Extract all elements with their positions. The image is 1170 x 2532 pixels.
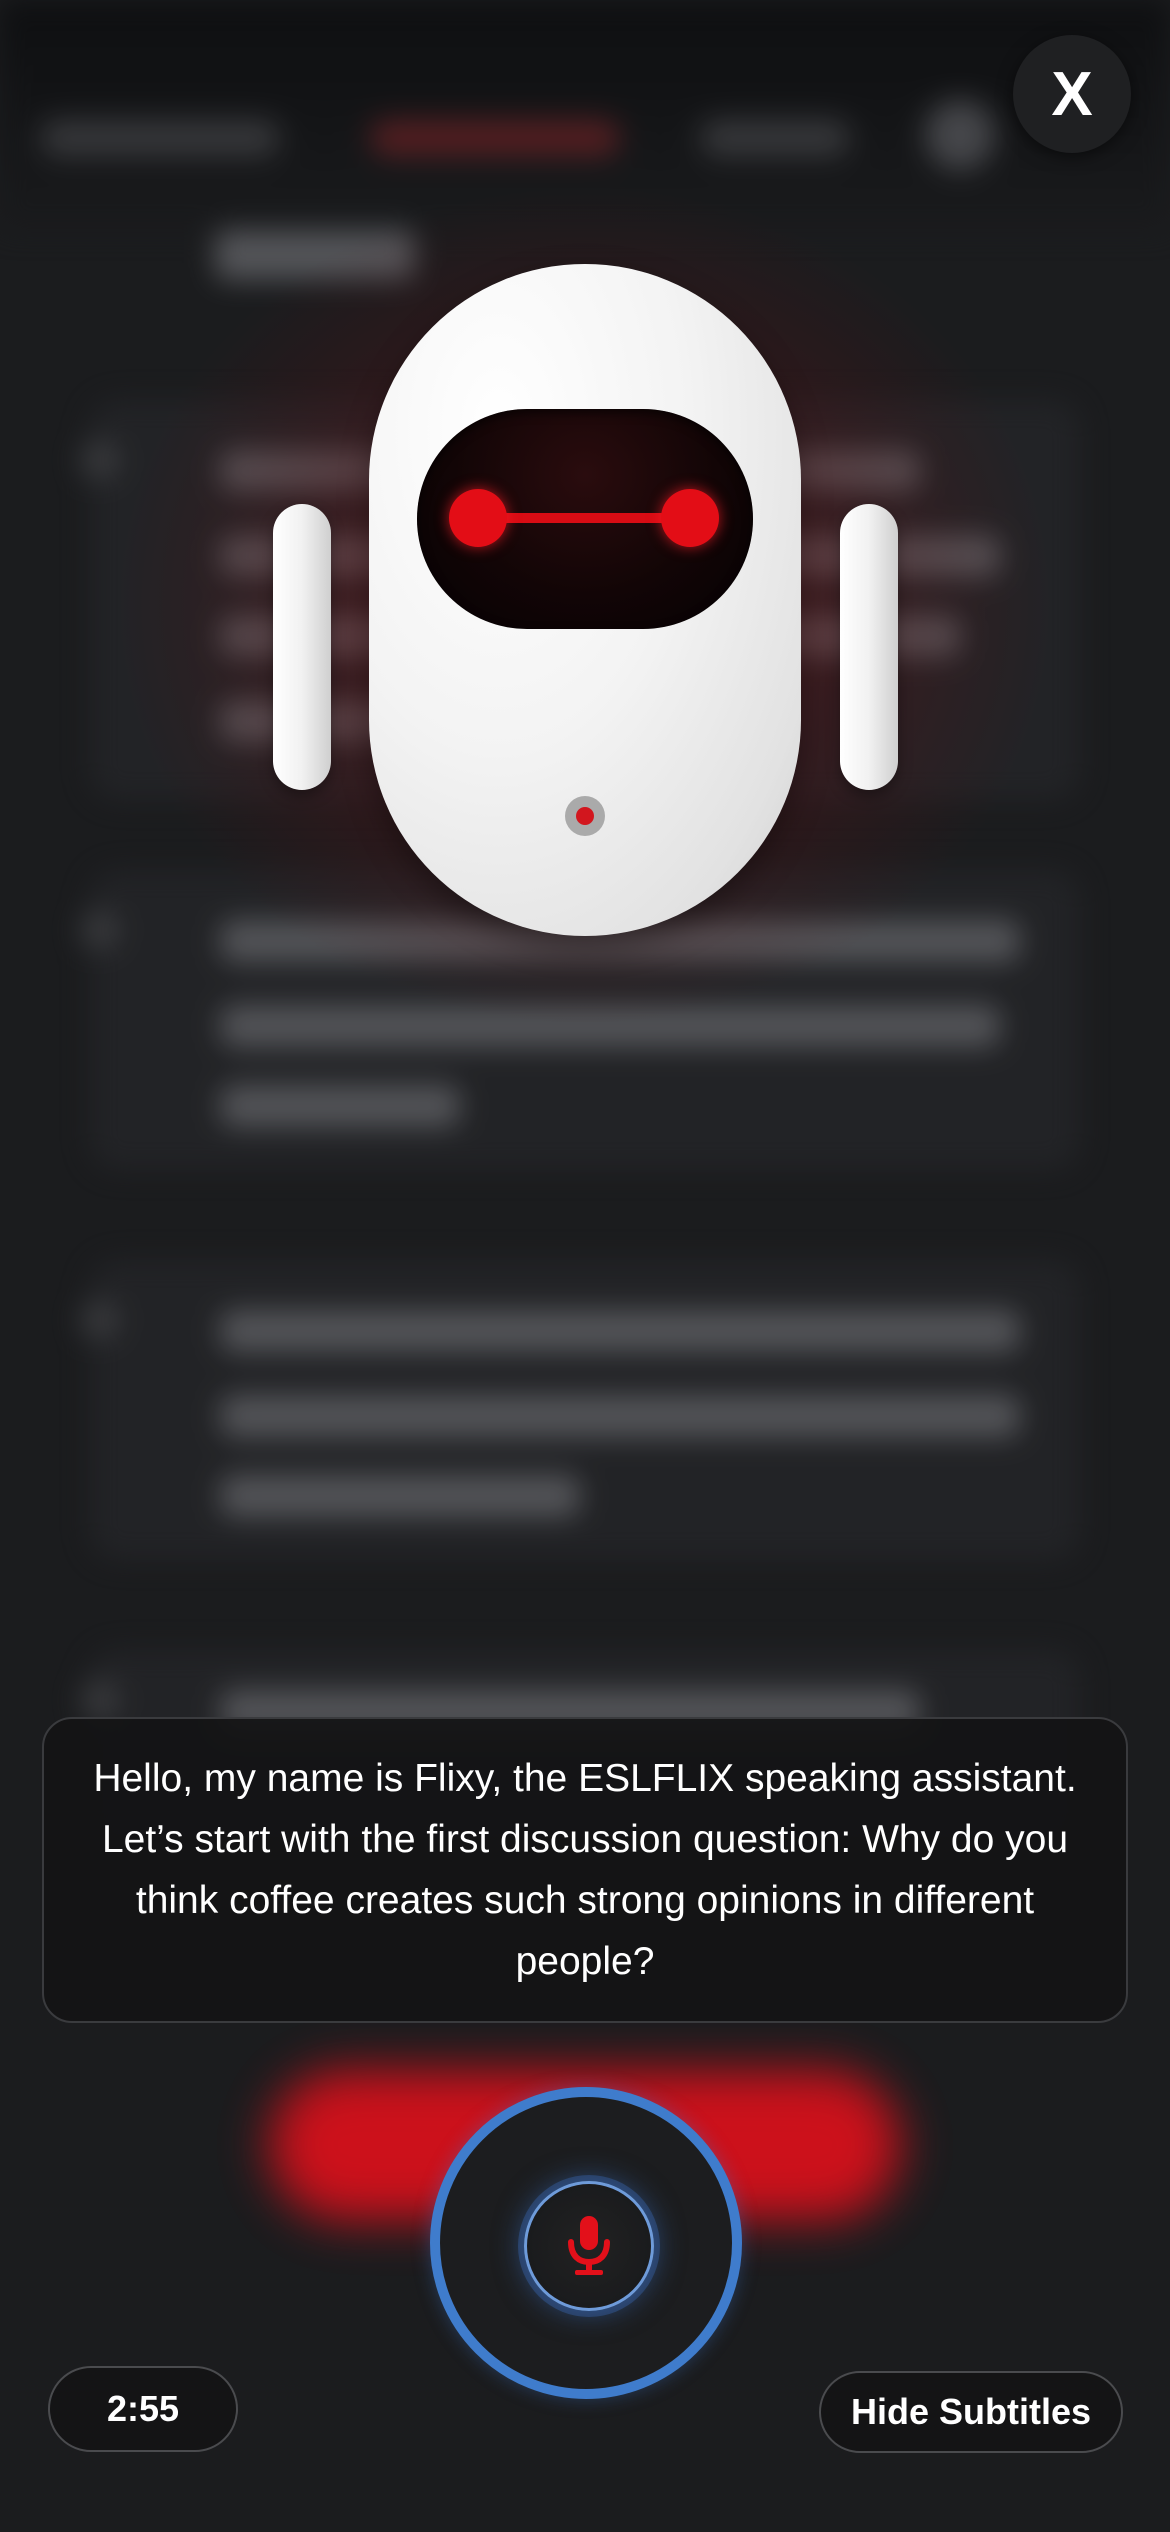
background-tab xyxy=(40,120,280,156)
background-avatar xyxy=(925,100,995,170)
robot-left-eye xyxy=(449,489,507,547)
microphone-button[interactable] xyxy=(430,2087,742,2399)
subtitle-panel: Hello, my name is Flixy, the ESLFLIX spe… xyxy=(42,1717,1128,2023)
microphone-icon xyxy=(568,2216,610,2275)
assistant-subtitle: Hello, my name is Flixy, the ESLFLIX spe… xyxy=(93,1757,1077,1983)
background-question-card xyxy=(80,1260,1080,1560)
background-text-line xyxy=(220,1395,1020,1437)
robot-body xyxy=(369,264,801,936)
microphone-inner-ring xyxy=(524,2181,654,2311)
close-icon: X xyxy=(1051,59,1093,129)
robot-indicator-light xyxy=(565,796,605,836)
robot-eye-link xyxy=(497,513,677,523)
robot-right-eye xyxy=(661,489,719,547)
background-tab xyxy=(370,120,620,156)
background-question-number xyxy=(80,1300,120,1340)
robot-right-arm xyxy=(840,504,898,790)
background-question-number xyxy=(80,440,120,480)
session-timer: 2:55 xyxy=(48,2366,238,2452)
background-text-line xyxy=(220,1475,580,1517)
robot-visor xyxy=(417,409,753,629)
background-question-number xyxy=(80,1680,120,1720)
background-text-line xyxy=(220,1085,460,1127)
robot-left-arm xyxy=(273,504,331,790)
background-text-line xyxy=(220,1310,1020,1352)
hide-subtitles-button[interactable]: Hide Subtitles xyxy=(819,2371,1123,2453)
background-question-number xyxy=(80,910,120,950)
background-tab xyxy=(700,120,850,156)
close-button[interactable]: X xyxy=(1013,35,1131,153)
